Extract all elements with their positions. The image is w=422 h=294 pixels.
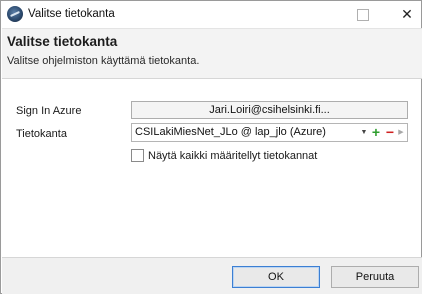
database-select[interactable]: CSILakiMiesNet_JLo @ lap_jlo (Azure) ▼ +… bbox=[131, 123, 408, 142]
show-all-label[interactable]: Näytä kaikki määritellyt tietokannat bbox=[148, 150, 317, 162]
dialog-window: Valitse tietokanta ✕ Valitse tietokanta … bbox=[0, 0, 422, 294]
show-all-checkbox[interactable] bbox=[131, 149, 144, 162]
title-bar: Valitse tietokanta ✕ bbox=[1, 1, 421, 28]
maximize-icon bbox=[351, 4, 373, 24]
window-title: Valitse tietokanta bbox=[28, 8, 115, 20]
ok-button[interactable]: OK bbox=[232, 266, 320, 288]
chevron-right-icon[interactable]: ▶ bbox=[397, 127, 405, 138]
footer-bar: OK Peruuta bbox=[2, 257, 422, 294]
header-panel: Valitse tietokanta Valitse ohjelmiston k… bbox=[2, 28, 422, 79]
page-title: Valitse tietokanta bbox=[7, 34, 118, 49]
add-database-icon[interactable]: + bbox=[370, 125, 382, 139]
app-globe-icon bbox=[7, 6, 23, 22]
signin-azure-button[interactable]: Jari.Loiri@csihelsinki.fi... bbox=[131, 101, 408, 119]
chevron-down-icon[interactable]: ▼ bbox=[359, 127, 369, 138]
database-selected-value: CSILakiMiesNet_JLo @ lap_jlo (Azure) bbox=[135, 126, 326, 138]
page-subtitle: Valitse ohjelmiston käyttämä tietokanta. bbox=[7, 55, 200, 67]
cancel-button[interactable]: Peruuta bbox=[331, 266, 419, 288]
signin-label: Sign In Azure bbox=[16, 105, 82, 117]
close-icon[interactable]: ✕ bbox=[396, 4, 418, 24]
database-label: Tietokanta bbox=[16, 128, 67, 140]
remove-database-icon[interactable]: − bbox=[384, 125, 396, 139]
